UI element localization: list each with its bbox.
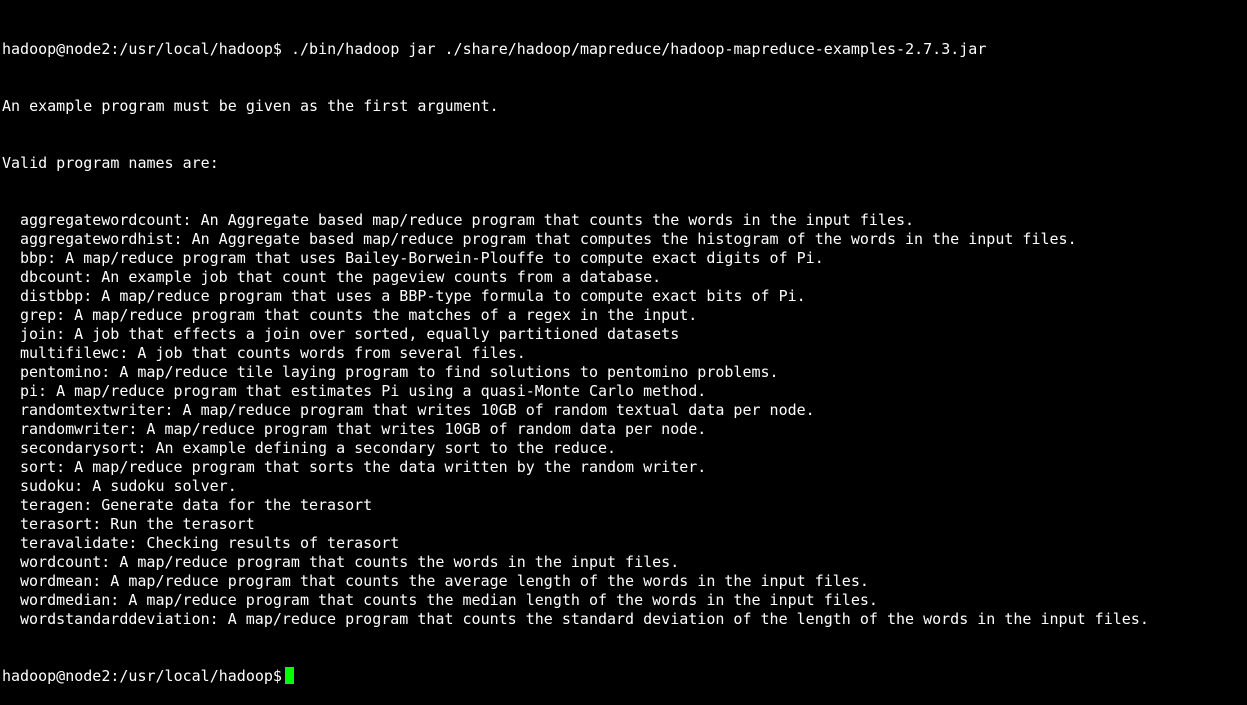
program-list-item: multifilewc: A job that counts words fro…: [20, 344, 526, 362]
text-cursor: [284, 667, 294, 684]
command-line: hadoop@node2:/usr/local/hadoop$ ./bin/ha…: [2, 40, 987, 58]
program-list-item: wordmedian: A map/reduce program that co…: [20, 591, 878, 609]
program-list-item: join: A job that effects a join over sor…: [20, 325, 680, 343]
program-list-item: randomwriter: A map/reduce program that …: [20, 420, 707, 438]
program-list: aggregatewordcount: An Aggregate based m…: [2, 211, 1247, 629]
program-list-item: grep: A map/reduce program that counts t…: [20, 306, 698, 324]
prompt-line[interactable]: hadoop@node2:/usr/local/hadoop$: [2, 667, 1247, 686]
program-list-item: bbp: A map/reduce program that uses Bail…: [20, 249, 824, 267]
program-list-item: teravalidate: Checking results of teraso…: [20, 534, 400, 552]
program-list-item: randomtextwriter: A map/reduce program t…: [20, 401, 815, 419]
error-message: An example program must be given as the …: [2, 97, 499, 115]
program-list-item: wordmean: A map/reduce program that coun…: [20, 572, 869, 590]
terminal-window[interactable]: hadoop@node2:/usr/local/hadoop$ ./bin/ha…: [0, 0, 1247, 685]
program-list-item: distbbp: A map/reduce program that uses …: [20, 287, 806, 305]
program-list-item: wordcount: A map/reduce program that cou…: [20, 553, 680, 571]
shell-prompt: hadoop@node2:/usr/local/hadoop$: [2, 667, 282, 685]
program-list-item: terasort: Run the terasort: [20, 515, 255, 533]
program-list-item: sort: A map/reduce program that sorts th…: [20, 458, 707, 476]
program-list-heading: Valid program names are:: [2, 154, 219, 172]
program-list-item: aggregatewordcount: An Aggregate based m…: [20, 211, 915, 229]
program-list-item: pentomino: A map/reduce tile laying prog…: [20, 363, 779, 381]
program-list-item: aggregatewordhist: An Aggregate based ma…: [20, 230, 1077, 248]
program-list-item: dbcount: An example job that count the p…: [20, 268, 662, 286]
program-list-item: pi: A map/reduce program that estimates …: [20, 382, 707, 400]
program-list-item: wordstandarddeviation: A map/reduce prog…: [20, 610, 1149, 628]
program-list-item: secondarysort: An example defining a sec…: [20, 439, 617, 457]
program-list-item: sudoku: A sudoku solver.: [20, 477, 237, 495]
program-list-item: teragen: Generate data for the terasort: [20, 496, 373, 514]
